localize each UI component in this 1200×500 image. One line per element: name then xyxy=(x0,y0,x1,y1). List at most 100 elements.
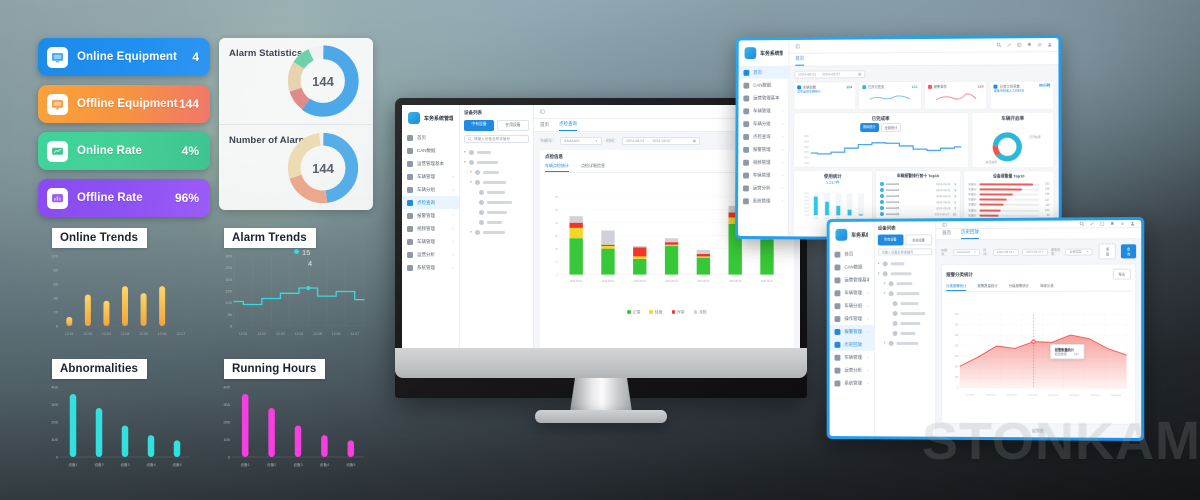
sub-tab-0[interactable]: 分类报警统计 xyxy=(946,283,967,292)
sidebar-item-10[interactable]: 系统管理 › xyxy=(402,261,459,274)
filter-input-1[interactable]: 2024-08-01 ▼ xyxy=(993,248,1020,256)
abnormalities-chart[interactable]: 400 300 200 100 0 设备1 设备2 设备3 设备4 设备5 xyxy=(44,381,194,471)
sidebar-item-2[interactable]: 运营管理基本 xyxy=(830,273,874,286)
sidebar-item-6[interactable]: 报警管理 › xyxy=(402,209,459,222)
laptop-completion-line-chart[interactable]: 60% 50% 40% 30% 20% 10% xyxy=(798,133,964,167)
tree-caret-icon[interactable]: ▾ xyxy=(878,271,880,275)
tree-row[interactable] xyxy=(878,328,932,338)
filter-date-range[interactable]: 2024-08-01 – 2024-08-07 ▦ xyxy=(622,137,700,145)
sidebar-item-7[interactable]: 视频管理 › xyxy=(738,156,788,169)
sidebar-item-8[interactable]: 车辆管理 › xyxy=(402,235,459,248)
sidebar-item-8[interactable]: 车辆管理 › xyxy=(738,169,788,182)
avatar-icon[interactable] xyxy=(1047,42,1052,47)
tree-caret-icon[interactable]: ▾ xyxy=(464,160,466,164)
tree-row[interactable]: ▾ xyxy=(464,167,529,177)
stat-tile-2[interactable]: 报警事件 124 xyxy=(924,81,987,109)
sidebar-item-3[interactable]: 车辆管理 › xyxy=(402,170,459,183)
legend-item-2[interactable]: 异常 xyxy=(671,310,685,316)
sidebar-item-0[interactable]: 首页 xyxy=(402,131,459,144)
sub-tab-1[interactable]: 报警数量统计 xyxy=(977,283,997,291)
alarm-statistics-donut[interactable]: 144 xyxy=(285,43,361,119)
tree-button-all[interactable]: 所有设备 xyxy=(877,234,903,246)
badge-period[interactable]: 期间统计 xyxy=(859,123,879,133)
sidebar-item-9[interactable]: 运营分析 › xyxy=(830,364,874,377)
menu-collapse-icon[interactable] xyxy=(942,222,947,227)
sidebar-item-0[interactable]: 首页 xyxy=(830,248,874,261)
tree-row[interactable] xyxy=(878,298,932,308)
filter-input-0[interactable]: AAAAA01 ▼ xyxy=(953,248,981,256)
tree-caret-icon[interactable]: ▾ xyxy=(470,180,472,184)
tab-0[interactable]: 首页 xyxy=(795,55,805,66)
sidebar-item-8[interactable]: 车辆管理 › xyxy=(830,351,874,364)
tree-search-input[interactable]: 请输入设备名称或编号 xyxy=(877,248,933,256)
tree-caret-icon[interactable]: ▾ xyxy=(884,341,886,345)
stat-tile-0[interactable]: 车辆总数 124 正在运营车辆统计 xyxy=(794,82,856,110)
tree-row[interactable]: ▾ xyxy=(464,147,529,157)
gear-icon[interactable] xyxy=(1037,42,1042,47)
sidebar-item-10[interactable]: 系统管理 › xyxy=(738,194,788,207)
sidebar-item-4[interactable]: 车辆分组 › xyxy=(830,299,874,312)
sidebar-item-7[interactable]: 视频管理 › xyxy=(402,222,459,235)
reset-button[interactable]: 重置 xyxy=(1099,243,1117,260)
legend-item-0[interactable]: 正常 xyxy=(627,310,640,316)
tab-0[interactable]: 首页 xyxy=(540,122,549,131)
sidebar-item-1[interactable]: CAN数据 xyxy=(739,79,789,92)
tree-row[interactable] xyxy=(464,217,529,227)
online-trends-chart[interactable]: 100 80 60 40 20 0 12:01 12:02 12:03 12:04 12:05 12… xyxy=(44,250,194,340)
search-icon[interactable] xyxy=(996,42,1001,47)
sidebar-item-3[interactable]: 车辆管理 › xyxy=(738,104,788,117)
search-icon[interactable] xyxy=(1079,221,1084,226)
tree-caret-icon[interactable]: ▾ xyxy=(464,150,466,154)
sidebar-item-6[interactable]: 报警管理 › xyxy=(738,143,788,156)
sidebar-item-9[interactable]: 运营分析 › xyxy=(402,248,459,261)
filter-vehicle-select[interactable]: AAAAA01 ▼ xyxy=(560,137,602,145)
list-item[interactable]: AAAAA06 2024-08-07 10 xyxy=(879,211,956,217)
tools-icon[interactable] xyxy=(1090,221,1095,226)
badge-all[interactable]: 全部统计 xyxy=(880,123,902,133)
tree-row[interactable]: ▾ xyxy=(878,288,932,298)
query-button[interactable]: 查询 xyxy=(1121,244,1137,259)
sub-tab-2[interactable]: 分级报警统计 xyxy=(1009,283,1029,291)
sidebar-item-4[interactable]: 车辆分组 › xyxy=(738,117,788,130)
tree-row[interactable] xyxy=(464,197,529,207)
sidebar-item-5[interactable]: 操作管理 › xyxy=(830,312,874,325)
sidebar-item-4[interactable]: 车辆分组 › xyxy=(402,183,459,196)
stat-tile-1[interactable]: 已开行任务 124 xyxy=(859,81,921,110)
avatar-icon[interactable] xyxy=(1130,221,1135,226)
sub-tab-0[interactable]: 车辆点检统计 xyxy=(545,163,569,172)
tree-button-inuse[interactable]: 在用设备 xyxy=(497,120,529,131)
stat-tile-3[interactable]: 已完工任务数 80小时 运输中机电人工作时长 xyxy=(990,81,1054,109)
laptop-date-range[interactable]: 2024-08-01 – 2024-08-07 ▦ xyxy=(794,70,866,79)
running-hours-chart[interactable]: 400 300 200 100 0 设备1 设备2 设备3 设备4 设备5 xyxy=(216,381,368,471)
tree-row[interactable]: ▾ xyxy=(878,258,932,268)
tablet-area-chart[interactable]: 400 350 300 250 200 150 100 0 2024-08-01 2024-08-… xyxy=(946,296,1131,415)
filter-input-2[interactable]: 2024-08-07 ▼ xyxy=(1022,248,1049,256)
tablet-screen[interactable]: 车务系统管理平台 首页 CAN数据 运营管理基本 车辆管理 › 车辆分组 › 操作管理 › 报警管… xyxy=(829,220,1142,438)
tree-row[interactable]: ▾ xyxy=(878,268,932,278)
tab-1[interactable]: 历史回放 xyxy=(961,229,980,240)
tree-caret-icon[interactable]: ▾ xyxy=(884,291,886,295)
sidebar-item-6[interactable]: 报警管理 › xyxy=(829,325,874,338)
sidebar-item-2[interactable]: 运营管理基本 xyxy=(739,91,789,104)
sidebar-item-9[interactable]: 运营分析 › xyxy=(738,181,788,194)
menu-collapse-icon[interactable] xyxy=(795,44,800,49)
sidebar-item-5[interactable]: 点检查询 xyxy=(402,196,459,209)
legend-item-1[interactable]: 轻微 xyxy=(649,310,663,316)
laptop-screen[interactable]: 车务系统管理平台 首页 CAN数据 运营管理基本 车辆管理 › 车辆分组 › 点检查询 › 报警管… xyxy=(737,37,1059,239)
alarm-trends-chart[interactable]: 300 250 200 150 100 50 0 12:01 12:02 12:03 12:04 1… xyxy=(216,250,368,340)
export-button[interactable]: 导出 xyxy=(1112,268,1132,280)
tree-caret-icon[interactable]: ▾ xyxy=(878,261,880,265)
sub-tab-1[interactable]: 点检详细信息 xyxy=(581,163,605,172)
tab-0[interactable]: 首页 xyxy=(942,230,951,239)
stat-card-online-equipment[interactable]: Online Equipment 4 xyxy=(38,38,210,76)
sidebar-item-3[interactable]: 车辆管理 › xyxy=(830,286,874,299)
tree-button-online[interactable]: 在线设备 xyxy=(904,234,933,246)
bell-icon[interactable] xyxy=(1110,221,1115,226)
tree-row[interactable] xyxy=(878,308,932,318)
tree-caret-icon[interactable]: ▾ xyxy=(470,230,472,234)
globe-icon[interactable] xyxy=(1100,221,1105,226)
stat-card-online-rate[interactable]: Online Rate 4% xyxy=(38,132,210,170)
legend-item-3[interactable]: 未检 xyxy=(693,310,707,316)
tree-row[interactable]: ▾ xyxy=(878,338,932,348)
tree-caret-icon[interactable]: ▾ xyxy=(470,170,472,174)
